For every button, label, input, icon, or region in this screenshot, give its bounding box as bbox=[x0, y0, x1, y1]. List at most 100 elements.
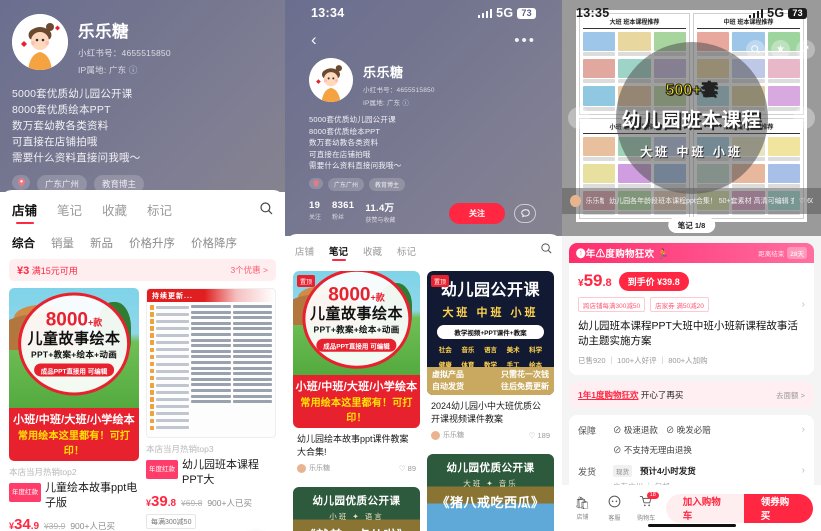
screenshot-stage: 乐乐糖 小红书号：4655515850 IP属地: 广东 ⓘ 5000套优质幼儿… bbox=[0, 0, 821, 531]
coupon-condition: 满15元可用 bbox=[31, 265, 78, 276]
panel-product-detail: 大班 班本课程推荐 中班 班本课程推荐 13:35 5G 73 ‹ › ★ ↗ … bbox=[562, 0, 821, 531]
filelist-thumb: 持续更新... bbox=[146, 288, 276, 438]
bio-line: 5000套优质幼儿园公开课 bbox=[12, 88, 133, 100]
promo-coupon-banner[interactable]: 1年1度购物狂欢 开心了再买 去面额 > bbox=[569, 382, 814, 408]
status-time: 13:34 bbox=[311, 6, 345, 20]
poster-line2: 大班 ✦ 音乐 bbox=[463, 479, 518, 488]
poster-red2: 常用绘本这里都有！可打印！ bbox=[300, 398, 413, 424]
filter-price-desc[interactable]: 价格降序 bbox=[191, 235, 237, 251]
product-gallery[interactable]: 大班 班本课程推荐 中班 班本课程推荐 13:35 5G 73 ‹ › ★ ↗ … bbox=[562, 0, 821, 236]
tab-notes[interactable]: 笔记 bbox=[329, 244, 348, 263]
coupon-bar[interactable]: ¥3 满15元可用 3个优惠 > bbox=[9, 259, 276, 281]
tab-collections[interactable]: 收藏 bbox=[102, 200, 127, 226]
poster-grades: 大班 中班 小班 bbox=[442, 307, 539, 319]
stat-following[interactable]: 19 关注 bbox=[309, 200, 321, 224]
buy-button-group: 加入购物车 领券购买 bbox=[665, 493, 813, 523]
bottom-nav-shop[interactable]: 🛍 店铺 bbox=[570, 496, 595, 521]
gallery-overlay: 500+套 幼儿园班本课程 大班 中班 小班 bbox=[615, 42, 768, 194]
tab-shop[interactable]: 店铺 bbox=[295, 244, 314, 263]
note-likes[interactable]: ♡ 89 bbox=[399, 464, 416, 473]
tag-role[interactable]: 教育博主 bbox=[369, 177, 406, 191]
share-icon[interactable]: ↗ bbox=[796, 40, 815, 59]
add-to-cart-button[interactable]: 加入购物车 bbox=[665, 493, 744, 523]
chat-bubble-icon[interactable] bbox=[514, 203, 536, 223]
price-chips: 跨店铺每满300减50 店家券 满50减20 › bbox=[578, 297, 805, 312]
tag-region[interactable]: 广东广州 bbox=[328, 177, 365, 191]
tab-shop[interactable]: 店铺 bbox=[12, 200, 37, 226]
profile-bio: 5000套优质幼儿园公开课 8000套优质绘本PPT 数万套幼教各类资料 可直接… bbox=[12, 86, 273, 166]
poster-line3: PPT+教案+绘本+动画 bbox=[30, 349, 118, 360]
chevron-left-circle-icon[interactable]: ‹ bbox=[568, 107, 590, 129]
tab-tagged[interactable]: 标记 bbox=[147, 200, 172, 226]
banner-action[interactable]: 去面额 > bbox=[776, 390, 805, 401]
battery-indicator: 73 bbox=[517, 7, 536, 19]
poster-stamp: 8000+款 儿童故事绘本 PPT+教案+绘本+动画 成品PPT直接用 可编辑 bbox=[18, 292, 130, 396]
star-icon[interactable]: ★ bbox=[771, 40, 790, 59]
avatar[interactable] bbox=[309, 58, 353, 102]
profile-row: 乐乐糖 小红书号：4655515850 IP属地: 广东 ⓘ bbox=[309, 54, 538, 107]
product-stats: 已售920 ｜ 100+人好评 ｜ 800+人加购 bbox=[578, 356, 708, 365]
product-price: ¥34.9 bbox=[9, 516, 40, 531]
chevron-left-icon[interactable]: ‹ bbox=[311, 30, 317, 50]
product-card[interactable]: 持续更新... 本店当月热销top3 年度红款 幼儿园班本课程PPT大 ¥39.… bbox=[146, 288, 276, 529]
price-chip[interactable]: 跨店铺每满300减50 bbox=[578, 297, 646, 312]
follow-button[interactable]: 关注 bbox=[449, 202, 505, 224]
filelist-column bbox=[232, 305, 272, 430]
filelist-column bbox=[191, 305, 231, 430]
poster-line3: PPT+教案+绘本+动画 bbox=[313, 324, 400, 335]
bottom-nav-cart[interactable]: 18 购物车 bbox=[634, 491, 659, 522]
filter-comprehensive[interactable]: 综合 bbox=[12, 235, 35, 251]
product-card[interactable]: 8000+款 儿童故事绘本 PPT+教案+绘本+动画 成品PPT直接用 可编辑 … bbox=[9, 288, 139, 531]
tab-tagged[interactable]: 标记 bbox=[397, 244, 416, 263]
avatar[interactable] bbox=[12, 14, 68, 70]
product-title: 幼儿园班本课程PPT大 bbox=[182, 459, 259, 486]
chevron-right-circle-icon[interactable]: › bbox=[793, 107, 815, 129]
user-id: 小红书号：4655515850 bbox=[78, 48, 171, 58]
status-network: 5G bbox=[496, 6, 514, 20]
note-card[interactable]: 置顶 8000+款 儿童故事绘本 PPT+教案+绘本+动画 成品PPT直接用 可… bbox=[293, 271, 420, 479]
bottom-nav-label: 店铺 bbox=[576, 514, 589, 521]
profile-row: 乐乐糖 小红书号：4655515850 IP属地: 广东 ⓘ bbox=[12, 10, 273, 76]
chevron-right-icon[interactable]: › bbox=[802, 465, 805, 476]
search-icon[interactable] bbox=[541, 242, 552, 264]
filter-price-asc[interactable]: 价格升序 bbox=[129, 235, 175, 251]
note-card[interactable]: 幼儿园优质公开课 小班 ✦ 语言 《就差一点儿啦》 bbox=[293, 487, 420, 531]
shipping-main: 现货 预计4小时发货 bbox=[613, 465, 793, 477]
product-price: ¥59.8 bbox=[578, 271, 612, 290]
note-card[interactable]: 幼儿园优质公开课 大班 ✦ 音乐 《猪八戒吃西瓜》 bbox=[427, 454, 554, 531]
product-promo-chips: 每满300减50 bbox=[146, 514, 276, 529]
gallery-action-icons: ★ ↗ bbox=[746, 40, 815, 59]
stat-likes-collects[interactable]: 11.4万 获赞与收藏 bbox=[365, 200, 395, 224]
more-dots-icon[interactable]: ••• bbox=[514, 32, 536, 49]
search-icon[interactable] bbox=[260, 201, 273, 225]
promo-banner[interactable]: ❶年⚠度购物狂欢 🏃 距离结束 28天 bbox=[569, 243, 814, 263]
buy-now-button[interactable]: 领券购买 bbox=[743, 493, 813, 523]
tab-notes[interactable]: 笔记 bbox=[57, 200, 82, 226]
product-price-old: ¥69.8 bbox=[181, 498, 203, 508]
note-author[interactable]: 乐乐糖 bbox=[297, 463, 330, 473]
note-author[interactable]: 乐乐糖 bbox=[431, 430, 464, 440]
profile-actions: 关注 bbox=[449, 202, 538, 224]
price-chip[interactable]: 店家券 满50减20 bbox=[650, 297, 709, 312]
poster-line3: 《猪八戒吃西瓜》 bbox=[436, 495, 545, 510]
stat-followers[interactable]: 8361 粉丝 bbox=[332, 200, 354, 224]
bottom-nav-service[interactable]: 客服 bbox=[602, 495, 627, 522]
coupon-more[interactable]: 3个优惠 > bbox=[230, 264, 268, 276]
poster-open-class-green: 幼儿园优质公开课 大班 ✦ 音乐 《猪八戒吃西瓜》 bbox=[427, 454, 554, 531]
note-card[interactable]: 置顶 幼儿园公开课 大班 中班 小班 教学视频+PPT课件+教案 社会 音乐 语言美… bbox=[427, 271, 554, 446]
chevron-right-icon[interactable]: › bbox=[802, 424, 805, 435]
note-title: 2024幼儿园小中大班优质公开课视频课件教案 bbox=[431, 401, 542, 424]
pin-badge: 置顶 bbox=[431, 275, 450, 287]
guarantee-row[interactable]: 保障 ⊘ 极速退款 ⊘ 晚发必赔 ⊘ 不支持无理由退换 › bbox=[569, 415, 814, 456]
filter-sales[interactable]: 销量 bbox=[51, 235, 74, 251]
stat-label: 粉丝 bbox=[332, 214, 345, 221]
search-icon[interactable] bbox=[746, 40, 765, 59]
gallery-note-strip[interactable]: 乐乐糖 幼儿园各年龄段班本课程ppt合集！ 50+套素材 高清可编辑 查看笔记 … bbox=[562, 188, 821, 214]
chevron-right-icon[interactable]: › bbox=[802, 299, 805, 310]
profile-tabs: 店铺 笔记 收藏 标记 bbox=[0, 190, 285, 226]
filter-new[interactable]: 新品 bbox=[90, 235, 113, 251]
note-likes[interactable]: ♡ 189 bbox=[529, 431, 550, 440]
tab-collections[interactable]: 收藏 bbox=[363, 244, 382, 263]
product-sold: 900+人已买 bbox=[70, 521, 115, 531]
notes-column-left: 置顶 8000+款 儿童故事绘本 PPT+教案+绘本+动画 成品PPT直接用 可… bbox=[293, 271, 420, 531]
